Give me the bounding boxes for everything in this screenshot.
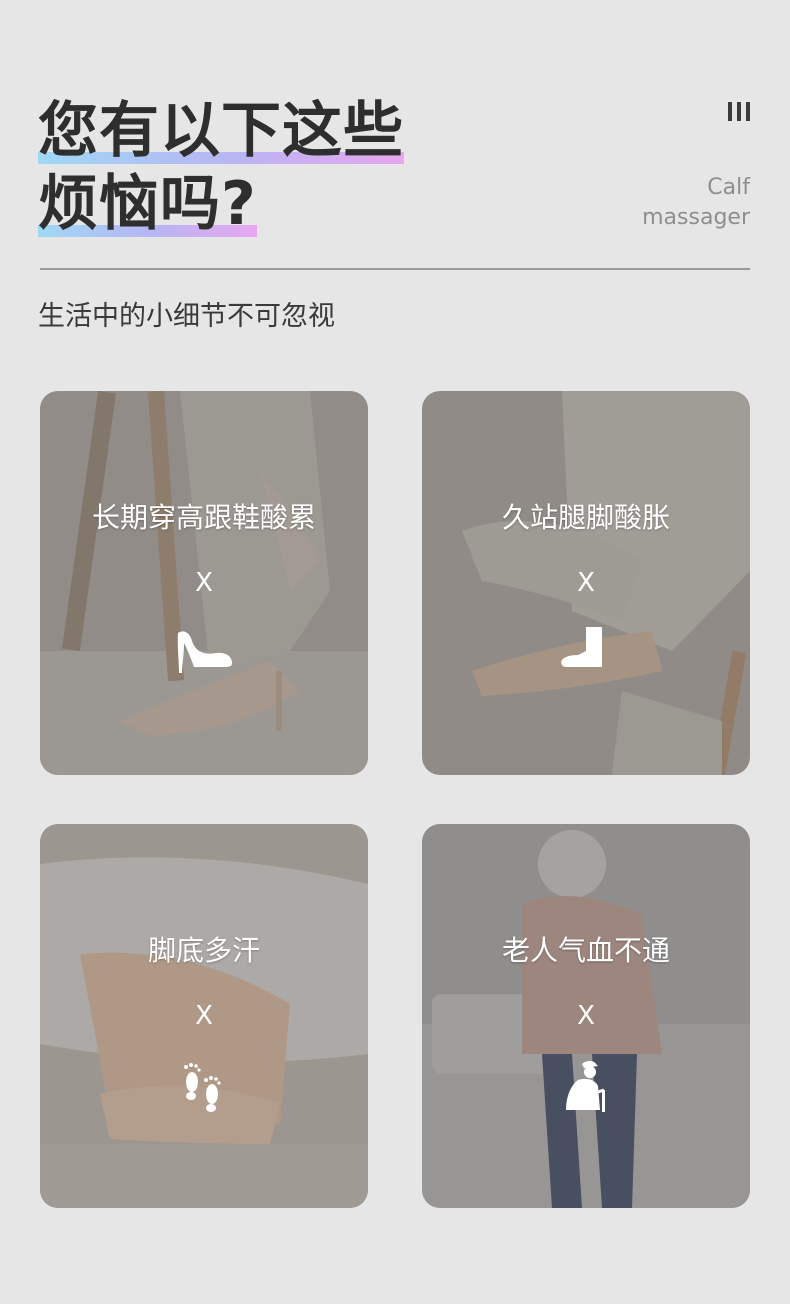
card-label: 长期穿高跟鞋酸累: [91, 501, 316, 534]
title-highlight: 您有以下这些: [38, 96, 404, 166]
card-label: 久站腿脚酸胀: [501, 501, 670, 534]
side-label-massager: massager: [642, 205, 750, 230]
header-divider: [40, 268, 750, 270]
card-sweaty-feet: 脚底多汗 X: [40, 824, 368, 1208]
card-x-mark: X: [195, 568, 213, 598]
boot-icon: [561, 627, 602, 667]
side-label-calf: Calf: [707, 175, 750, 200]
card-label: 老人气血不通: [501, 934, 670, 967]
elderly-with-cane-icon: [566, 1061, 605, 1112]
footprints-icon: [184, 1063, 221, 1112]
card-elderly-circulation: 老人气血不通 X: [422, 824, 750, 1208]
subtitle: 生活中的小细节不可忽视: [38, 301, 335, 332]
three-bars-icon: [728, 102, 750, 121]
card-label: 脚底多汗: [147, 934, 260, 967]
page-title-line-1: 您有以下这些: [38, 96, 404, 166]
card-x-mark: X: [577, 568, 595, 598]
card-high-heels: 长期穿高跟鞋酸累 X: [40, 391, 368, 775]
page-title-line-2: 烦恼吗?: [38, 169, 257, 239]
high-heel-icon: [177, 631, 232, 673]
title-highlight: 烦恼吗?: [38, 169, 257, 239]
card-x-mark: X: [195, 1001, 213, 1031]
card-x-mark: X: [577, 1001, 595, 1031]
card-standing-long: 久站腿脚酸胀 X: [422, 391, 750, 775]
